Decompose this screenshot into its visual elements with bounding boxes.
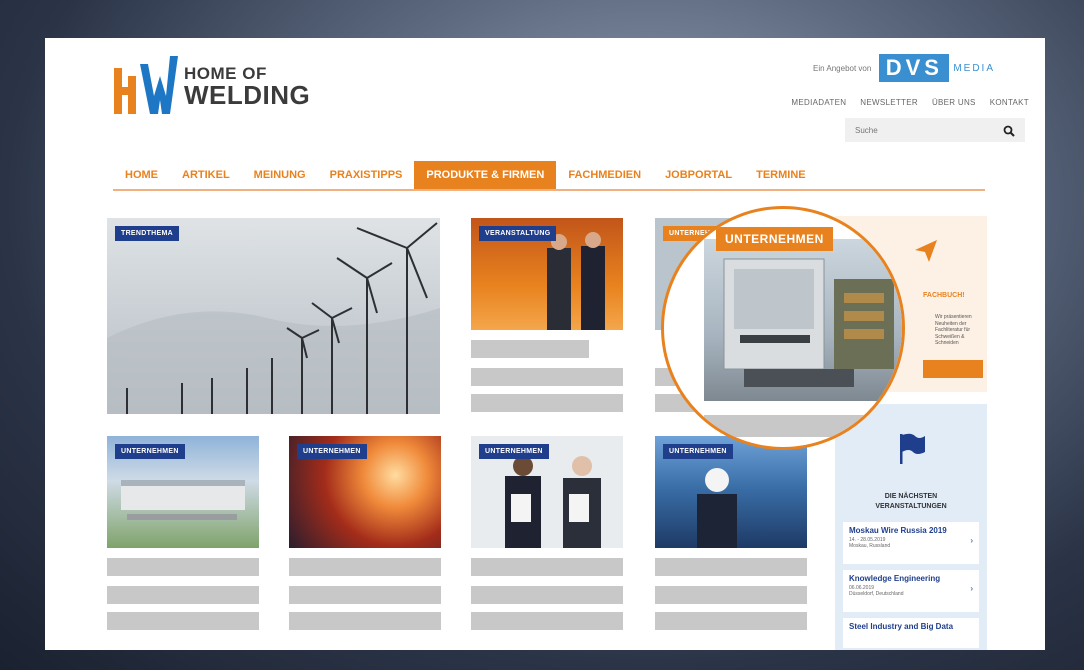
events-widget: DIE NÄCHSTEN VERANSTALTUNGEN Moskau Wire… [835, 404, 987, 650]
promo-title: FACHBUCH! [923, 292, 965, 299]
wind-turbines-image [107, 218, 440, 414]
article-card[interactable]: UNTERNEHMEN [655, 436, 807, 636]
featured-article-card[interactable]: TRENDTHEMA [107, 218, 440, 414]
topnav-newsletter[interactable]: NEWSLETTER [860, 98, 918, 107]
text-placeholder [655, 586, 807, 604]
text-placeholder [471, 368, 623, 386]
zoom-category-badge: UNTERNEHMEN [716, 227, 833, 251]
article-card[interactable]: VERANSTALTUNG [471, 218, 623, 414]
chevron-right-icon: › [970, 584, 973, 593]
nav-home[interactable]: HOME [113, 161, 170, 189]
nav-praxistipps[interactable]: PRAXISTIPPS [318, 161, 415, 189]
logo-line-2: WELDING [184, 79, 311, 110]
text-placeholder [655, 612, 807, 630]
dvs-media-label: MEDIA [953, 62, 995, 74]
nav-jobportal[interactable]: JOBPORTAL [653, 161, 744, 189]
topnav-ueber-uns[interactable]: ÜBER UNS [932, 98, 976, 107]
topnav-kontakt[interactable]: KONTAKT [990, 98, 1029, 107]
event-place: Düsseldorf, Deutschland [849, 591, 904, 597]
category-badge: VERANSTALTUNG [479, 226, 557, 241]
hw-logo-icon [112, 56, 178, 116]
paper-plane-icon [915, 240, 937, 262]
flag-icon [900, 433, 925, 464]
top-navigation: MEDIADATEN NEWSLETTER ÜBER UNS KONTAKT [791, 98, 1029, 107]
zoomed-machine-image [704, 239, 902, 401]
text-placeholder [289, 558, 441, 576]
text-placeholder [471, 394, 623, 412]
nav-meinung[interactable]: MEINUNG [242, 161, 318, 189]
logo-line-1: HOME OF [184, 63, 267, 83]
website-page: HOME OF WELDING Ein Angebot von DVS MEDI… [45, 38, 1045, 650]
text-placeholder [289, 612, 441, 630]
text-placeholder [289, 586, 441, 604]
event-title: Steel Industry and Big Data [849, 622, 954, 631]
text-placeholder [471, 612, 623, 630]
event-item[interactable]: Moskau Wire Russia 2019 14. - 28.05.2019… [843, 522, 979, 564]
text-placeholder [471, 586, 623, 604]
article-card[interactable]: UNTERNEHMEN [289, 436, 441, 636]
text-placeholder [655, 558, 807, 576]
nav-fachmedien[interactable]: FACHMEDIEN [556, 161, 653, 189]
category-badge: UNTERNEHMEN [663, 444, 733, 459]
main-navigation: HOME ARTIKEL MEINUNG PRAXISTIPPS PRODUKT… [113, 161, 985, 191]
search-input[interactable] [855, 125, 1003, 135]
nav-termine[interactable]: TERMINE [744, 161, 818, 189]
headline-placeholder [471, 340, 589, 358]
zoom-magnifier: UNTERNEHMEN [661, 206, 905, 450]
event-title: Knowledge Engineering [849, 574, 941, 583]
event-title: Moskau Wire Russia 2019 [849, 526, 947, 535]
event-item[interactable]: Knowledge Engineering 06.06.2019 Düsseld… [843, 570, 979, 612]
article-card[interactable]: UNTERNEHMEN [107, 436, 259, 636]
home-of-welding-logo[interactable]: HOME OF WELDING [112, 56, 310, 116]
text-placeholder [471, 558, 623, 576]
category-badge: UNTERNEHMEN [115, 444, 185, 459]
partner-prefix: Ein Angebot von [813, 63, 872, 73]
text-placeholder [107, 586, 259, 604]
topnav-mediadaten[interactable]: MEDIADATEN [791, 98, 846, 107]
nav-produkte-firmen[interactable]: PRODUKTE & FIRMEN [414, 161, 557, 189]
events-heading: DIE NÄCHSTEN VERANSTALTUNGEN [835, 492, 987, 512]
event-item[interactable]: Steel Industry and Big Data [843, 618, 979, 648]
promo-button[interactable] [923, 360, 983, 378]
events-heading-line-1: DIE NÄCHSTEN [884, 493, 938, 500]
event-place: Moskau, Russland [849, 543, 891, 549]
dvs-media-partner[interactable]: Ein Angebot von DVS MEDIA [813, 54, 995, 82]
promo-text: Wir präsentieren Neuheiten der Fachliter… [935, 314, 972, 346]
category-badge: TRENDTHEMA [115, 226, 179, 241]
zoom-text-placeholder [704, 415, 902, 437]
text-placeholder [107, 612, 259, 630]
nav-artikel[interactable]: ARTIKEL [170, 161, 242, 189]
article-card[interactable]: UNTERNEHMEN [471, 436, 623, 636]
category-badge: UNTERNEHMEN [479, 444, 549, 459]
text-placeholder [107, 558, 259, 576]
dvs-logo: DVS MEDIA [879, 54, 995, 82]
chevron-right-icon: › [970, 536, 973, 545]
dvs-logo-mark: DVS [879, 54, 950, 82]
search-icon[interactable] [1003, 124, 1015, 137]
events-heading-line-2: VERANSTALTUNGEN [875, 502, 947, 510]
category-badge: UNTERNEHMEN [297, 444, 367, 459]
search-box [845, 118, 1025, 142]
